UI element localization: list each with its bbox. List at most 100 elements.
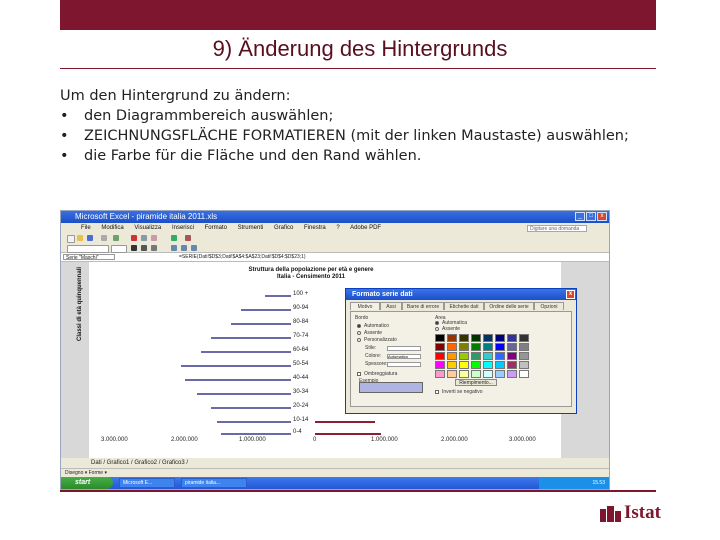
menu-help[interactable]: ?: [336, 225, 339, 231]
menu-finestra[interactable]: Finestra: [304, 225, 326, 231]
menu-grafico[interactable]: Grafico: [274, 225, 293, 231]
color-swatch[interactable]: [495, 343, 505, 351]
color-swatch[interactable]: [447, 334, 457, 342]
new-file-icon[interactable]: [67, 235, 75, 243]
color-swatch[interactable]: [447, 370, 457, 378]
color-swatch[interactable]: [459, 361, 469, 369]
color-swatch[interactable]: [459, 343, 469, 351]
male-bar[interactable]: [221, 433, 291, 435]
maximize-icon[interactable]: □: [586, 212, 596, 221]
color-swatch[interactable]: [495, 361, 505, 369]
color-swatch[interactable]: [435, 361, 445, 369]
color-swatch[interactable]: [507, 343, 517, 351]
color-swatch[interactable]: [471, 343, 481, 351]
color-swatch[interactable]: [483, 352, 493, 360]
color-swatch[interactable]: [483, 334, 493, 342]
color-swatch[interactable]: [507, 352, 517, 360]
color-swatch[interactable]: [519, 334, 529, 342]
italic-icon[interactable]: [141, 245, 147, 251]
female-bar[interactable]: [315, 421, 375, 423]
male-bar[interactable]: [181, 365, 291, 367]
menu-formato[interactable]: Formato: [205, 225, 227, 231]
name-box[interactable]: Serie "Maschi": [63, 254, 115, 261]
taskbar-item-excel[interactable]: Microsoft E...: [119, 478, 175, 488]
taskbar-item-file[interactable]: piramide italia...: [181, 478, 247, 488]
male-bar[interactable]: [231, 323, 291, 325]
female-bar[interactable]: [315, 433, 381, 435]
dialog-titlebar[interactable]: Formato serie dati x: [346, 289, 576, 300]
tab-barre-errore[interactable]: Barre di errore: [402, 302, 444, 310]
open-folder-icon[interactable]: [77, 235, 83, 241]
save-icon[interactable]: [87, 235, 93, 241]
color-swatch[interactable]: [435, 352, 445, 360]
male-bar[interactable]: [265, 295, 291, 297]
print-icon[interactable]: [101, 235, 107, 241]
radio-border-auto[interactable]: [357, 324, 361, 328]
color-swatch[interactable]: [447, 352, 457, 360]
male-bar[interactable]: [197, 393, 291, 395]
color-swatch[interactable]: [459, 334, 469, 342]
help-search-input[interactable]: Digitare una domanda: [527, 225, 587, 232]
color-swatch[interactable]: [471, 352, 481, 360]
color-swatch[interactable]: [519, 352, 529, 360]
shadow-checkbox[interactable]: [357, 372, 361, 376]
weight-select[interactable]: [387, 362, 421, 367]
spellcheck-icon[interactable]: [113, 235, 119, 241]
color-swatch[interactable]: [495, 352, 505, 360]
formula-input[interactable]: =SERIE(Dati!$D$3;Dati!$A$4:$A$23;Dati!$D…: [179, 253, 306, 262]
style-select[interactable]: [387, 346, 421, 351]
color-swatch[interactable]: [507, 370, 517, 378]
tab-opzioni[interactable]: Opzioni: [534, 302, 564, 310]
color-swatch[interactable]: [471, 370, 481, 378]
color-swatch[interactable]: [519, 361, 529, 369]
male-bar[interactable]: [201, 351, 291, 353]
color-swatch[interactable]: [519, 370, 529, 378]
window-titlebar[interactable]: Microsoft Excel - piramide italia 2011.x…: [61, 211, 609, 223]
male-bar[interactable]: [217, 421, 291, 423]
tab-ordine-serie[interactable]: Ordine delle serie: [484, 302, 534, 310]
male-bar[interactable]: [185, 379, 291, 381]
color-swatch[interactable]: [435, 334, 445, 342]
minimize-icon[interactable]: _: [575, 212, 585, 221]
male-bar[interactable]: [211, 337, 291, 339]
color-swatch[interactable]: [507, 361, 517, 369]
color-swatch[interactable]: [447, 361, 457, 369]
color-select[interactable]: Automatico: [387, 354, 421, 359]
male-bar[interactable]: [211, 407, 291, 409]
close-icon[interactable]: x: [597, 212, 607, 221]
start-button[interactable]: start: [61, 477, 113, 489]
dialog-close-icon[interactable]: x: [566, 290, 575, 299]
drawing-toolbar[interactable]: Disegno ▾ Forme ▾: [61, 468, 609, 477]
sort-icon[interactable]: [185, 235, 191, 241]
tab-motivo[interactable]: Motivo: [350, 302, 380, 310]
color-swatch[interactable]: [519, 343, 529, 351]
menu-file[interactable]: File: [81, 225, 91, 231]
radio-border-custom[interactable]: [357, 338, 361, 342]
sheet-tabs[interactable]: Dati / Grafico1 / Grafico2 / Grafico3 /: [61, 458, 609, 468]
tab-etichette-dati[interactable]: Etichette dati: [444, 302, 484, 310]
align-center-icon[interactable]: [181, 245, 187, 251]
menu-adobe-pdf[interactable]: Adobe PDF: [350, 225, 381, 231]
radio-area-auto[interactable]: [435, 321, 439, 325]
color-swatch[interactable]: [459, 352, 469, 360]
radio-border-none[interactable]: [357, 331, 361, 335]
color-swatch[interactable]: [471, 334, 481, 342]
font-size-select[interactable]: [111, 245, 127, 253]
color-swatch[interactable]: [495, 370, 505, 378]
color-swatch[interactable]: [495, 334, 505, 342]
color-swatch[interactable]: [483, 361, 493, 369]
align-right-icon[interactable]: [191, 245, 197, 251]
copy-icon[interactable]: [141, 235, 147, 241]
fill-effects-button[interactable]: Riempimento...: [455, 379, 497, 386]
bold-icon[interactable]: [131, 245, 137, 251]
font-select[interactable]: [67, 245, 109, 253]
underline-icon[interactable]: [151, 245, 157, 251]
menu-modifica[interactable]: Modifica: [101, 225, 123, 231]
menu-inserisci[interactable]: Inserisci: [172, 225, 194, 231]
menu-strumenti[interactable]: Strumenti: [238, 225, 264, 231]
invert-checkbox[interactable]: [435, 390, 439, 394]
radio-area-none[interactable]: [435, 327, 439, 331]
paste-icon[interactable]: [151, 235, 157, 241]
color-swatch[interactable]: [483, 370, 493, 378]
color-swatch[interactable]: [435, 370, 445, 378]
